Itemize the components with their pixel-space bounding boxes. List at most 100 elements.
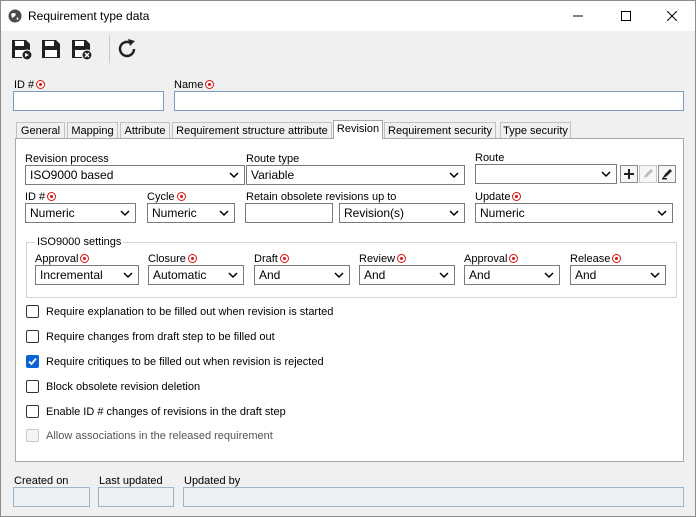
tab-attribute[interactable]: Attribute xyxy=(120,122,170,138)
draft-select[interactable]: And xyxy=(254,265,350,285)
clear-route-button[interactable] xyxy=(658,165,676,183)
chevron-down-icon xyxy=(650,272,660,279)
approval-mode-select[interactable]: Incremental xyxy=(35,265,139,285)
toolbar xyxy=(1,31,695,67)
dialog-window: Requirement type data ID # Name General … xyxy=(0,0,696,517)
route-label: Route xyxy=(475,152,505,164)
tab-requirement-structure-attribute[interactable]: Requirement structure attribute xyxy=(172,122,332,138)
required-icon xyxy=(80,254,90,263)
closure-label: Closure xyxy=(148,253,197,265)
window-title: Requirement type data xyxy=(28,9,150,23)
iso9000-settings-title: ISO9000 settings xyxy=(35,236,124,248)
required-icon xyxy=(612,254,622,263)
block-deletion-checkbox[interactable] xyxy=(26,380,39,393)
require-critiques-label: Require critiques to be filled out when … xyxy=(46,356,324,368)
close-button[interactable] xyxy=(649,1,695,31)
update-label: Update xyxy=(475,191,522,203)
save-new-icon xyxy=(12,40,33,61)
chevron-down-icon xyxy=(601,171,611,178)
title-bar: Requirement type data xyxy=(1,1,695,31)
last-updated-label: Last updated xyxy=(99,475,163,487)
require-explanation-label: Require explanation to be filled out whe… xyxy=(46,306,334,318)
chevron-down-icon xyxy=(123,272,133,279)
required-icon xyxy=(187,254,197,263)
allow-associations-checkbox[interactable] xyxy=(26,429,39,442)
require-critiques-checkbox[interactable] xyxy=(26,355,39,368)
approval-step-label: Approval xyxy=(464,253,519,265)
name-input[interactable] xyxy=(174,91,684,111)
name-label: Name xyxy=(174,79,215,91)
chevron-down-icon xyxy=(229,172,239,179)
tab-revision[interactable]: Revision xyxy=(333,120,383,139)
required-icon xyxy=(205,80,215,89)
refresh-icon xyxy=(118,39,136,58)
enable-id-changes-checkbox[interactable] xyxy=(26,405,39,418)
revision-id-select[interactable]: Numeric xyxy=(25,203,136,223)
close-icon xyxy=(667,11,677,21)
chevron-down-icon xyxy=(657,210,667,217)
route-select[interactable] xyxy=(475,164,617,184)
retain-unit-select[interactable]: Revision(s) xyxy=(339,203,465,223)
tab-general[interactable]: General xyxy=(16,122,65,138)
required-icon xyxy=(47,192,57,201)
maximize-button[interactable] xyxy=(603,1,649,31)
required-icon xyxy=(176,192,186,201)
approval-step-select[interactable]: And xyxy=(464,265,560,285)
chevron-down-icon xyxy=(228,272,238,279)
tab-mapping[interactable]: Mapping xyxy=(67,122,118,138)
revision-process-select[interactable]: ISO9000 based xyxy=(25,165,245,185)
tab-type-security[interactable]: Type security xyxy=(500,122,571,138)
plus-icon xyxy=(624,169,634,179)
minimize-icon xyxy=(573,15,583,17)
required-icon xyxy=(509,254,519,263)
chevron-down-icon xyxy=(544,272,554,279)
require-changes-checkbox[interactable] xyxy=(26,330,39,343)
save-close-icon xyxy=(72,40,93,61)
required-icon xyxy=(397,254,407,263)
id-input[interactable] xyxy=(13,91,164,111)
retain-label: Retain obsolete revisions up to xyxy=(246,191,397,203)
release-label: Release xyxy=(570,253,622,265)
revision-panel: Revision process ISO9000 based Route typ… xyxy=(15,138,684,462)
update-select[interactable]: Numeric xyxy=(475,203,673,223)
approval-label: Approval xyxy=(35,253,90,265)
eraser-icon xyxy=(662,169,672,180)
required-icon xyxy=(512,192,522,201)
toolbar-separator xyxy=(109,35,110,63)
route-type-select[interactable]: Variable xyxy=(246,165,465,185)
chevron-down-icon xyxy=(449,172,459,179)
cycle-label: Cycle xyxy=(147,191,186,203)
revision-process-label: Revision process xyxy=(25,153,109,165)
review-select[interactable]: And xyxy=(359,265,455,285)
required-icon xyxy=(279,254,289,263)
add-route-button[interactable] xyxy=(620,165,638,183)
release-select[interactable]: And xyxy=(570,265,666,285)
save-close-button[interactable] xyxy=(69,37,93,61)
block-deletion-label: Block obsolete revision deletion xyxy=(46,381,201,393)
pencil-icon xyxy=(644,169,653,178)
created-on-field xyxy=(13,487,90,507)
chevron-down-icon xyxy=(219,210,229,217)
retain-input[interactable] xyxy=(245,203,333,223)
chevron-down-icon xyxy=(449,210,459,217)
require-explanation-checkbox[interactable] xyxy=(26,305,39,318)
save-new-button[interactable] xyxy=(9,37,33,61)
created-on-label: Created on xyxy=(14,475,69,487)
route-type-label: Route type xyxy=(246,153,300,165)
cycle-select[interactable]: Numeric xyxy=(147,203,235,223)
tab-requirement-security[interactable]: Requirement security xyxy=(384,122,496,138)
enable-id-changes-label: Enable ID # changes of revisions in the … xyxy=(46,406,286,418)
revision-id-label: ID # xyxy=(25,191,57,203)
required-icon xyxy=(36,80,46,89)
app-globe-icon xyxy=(8,9,22,23)
minimize-button[interactable] xyxy=(555,1,601,31)
edit-route-button[interactable] xyxy=(639,165,657,183)
updated-by-field xyxy=(183,487,684,507)
closure-select[interactable]: Automatic xyxy=(148,265,244,285)
draft-label: Draft xyxy=(254,253,289,265)
maximize-icon xyxy=(621,11,631,21)
save-icon xyxy=(42,40,60,58)
refresh-button[interactable] xyxy=(115,37,139,61)
save-button[interactable] xyxy=(39,37,63,61)
checkmark-icon xyxy=(28,357,37,366)
